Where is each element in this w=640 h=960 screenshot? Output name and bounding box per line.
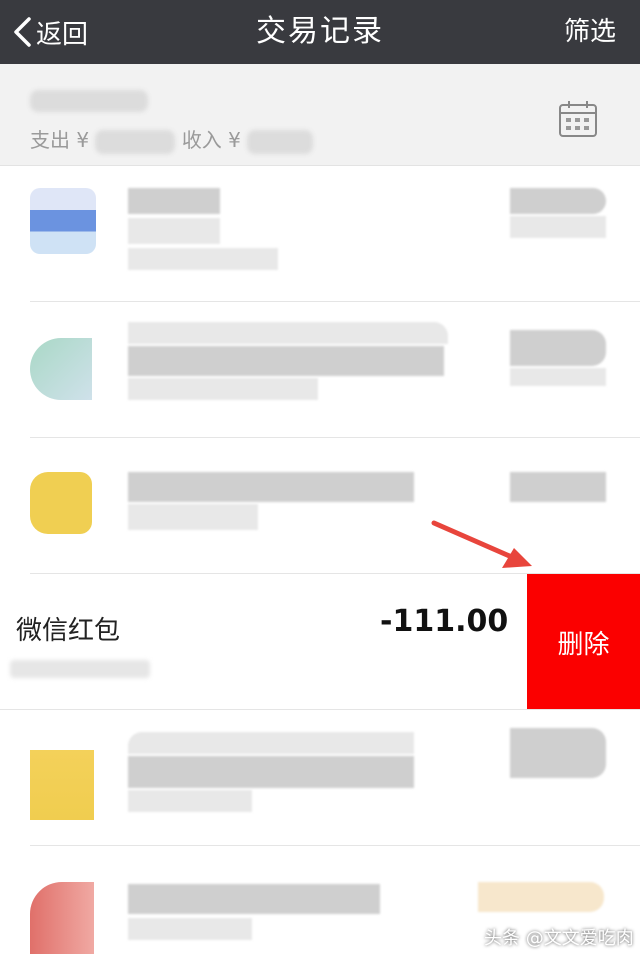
app-icon <box>30 188 96 254</box>
expense-label: 支出 ¥ <box>30 128 90 152</box>
list-item[interactable] <box>0 302 640 438</box>
list-item[interactable] <box>0 166 640 302</box>
chevron-left-icon <box>14 17 31 47</box>
watermark: 头条 @文文爱吃肉 <box>484 928 634 949</box>
delete-button[interactable]: 删除 <box>527 574 640 710</box>
back-button[interactable]: 返回 <box>12 10 88 54</box>
app-icon <box>30 750 94 820</box>
summary-stats: 支出 ¥ 收入 ¥ <box>30 124 314 154</box>
filter-button[interactable]: 筛选 <box>564 10 616 54</box>
transaction-list: 微信红包 -111.00 删除 <box>0 166 640 960</box>
blurred-month <box>30 90 148 112</box>
list-item[interactable] <box>0 710 640 846</box>
app-icon <box>30 338 92 400</box>
income-label: 收入 ¥ <box>181 128 241 152</box>
record-time-blurred <box>10 660 150 678</box>
annotation-arrow-icon <box>431 520 532 568</box>
blurred-expense <box>95 129 176 154</box>
calendar-icon[interactable] <box>558 100 598 138</box>
month-summary: 支出 ¥ 收入 ¥ <box>0 64 640 166</box>
app-icon <box>30 472 92 534</box>
month-label <box>30 86 148 114</box>
back-label: 返回 <box>36 19 89 50</box>
blurred-income <box>247 129 314 154</box>
nav-bar: 返回 交易记录 筛选 <box>0 0 640 64</box>
app-icon <box>30 882 94 954</box>
page-title: 交易记录 <box>256 14 384 49</box>
list-item[interactable] <box>0 438 640 574</box>
record-amount: -111.00 <box>380 604 509 639</box>
record-title: 微信红包 <box>16 616 121 646</box>
list-item-red-packet[interactable]: 微信红包 -111.00 删除 <box>0 574 640 710</box>
